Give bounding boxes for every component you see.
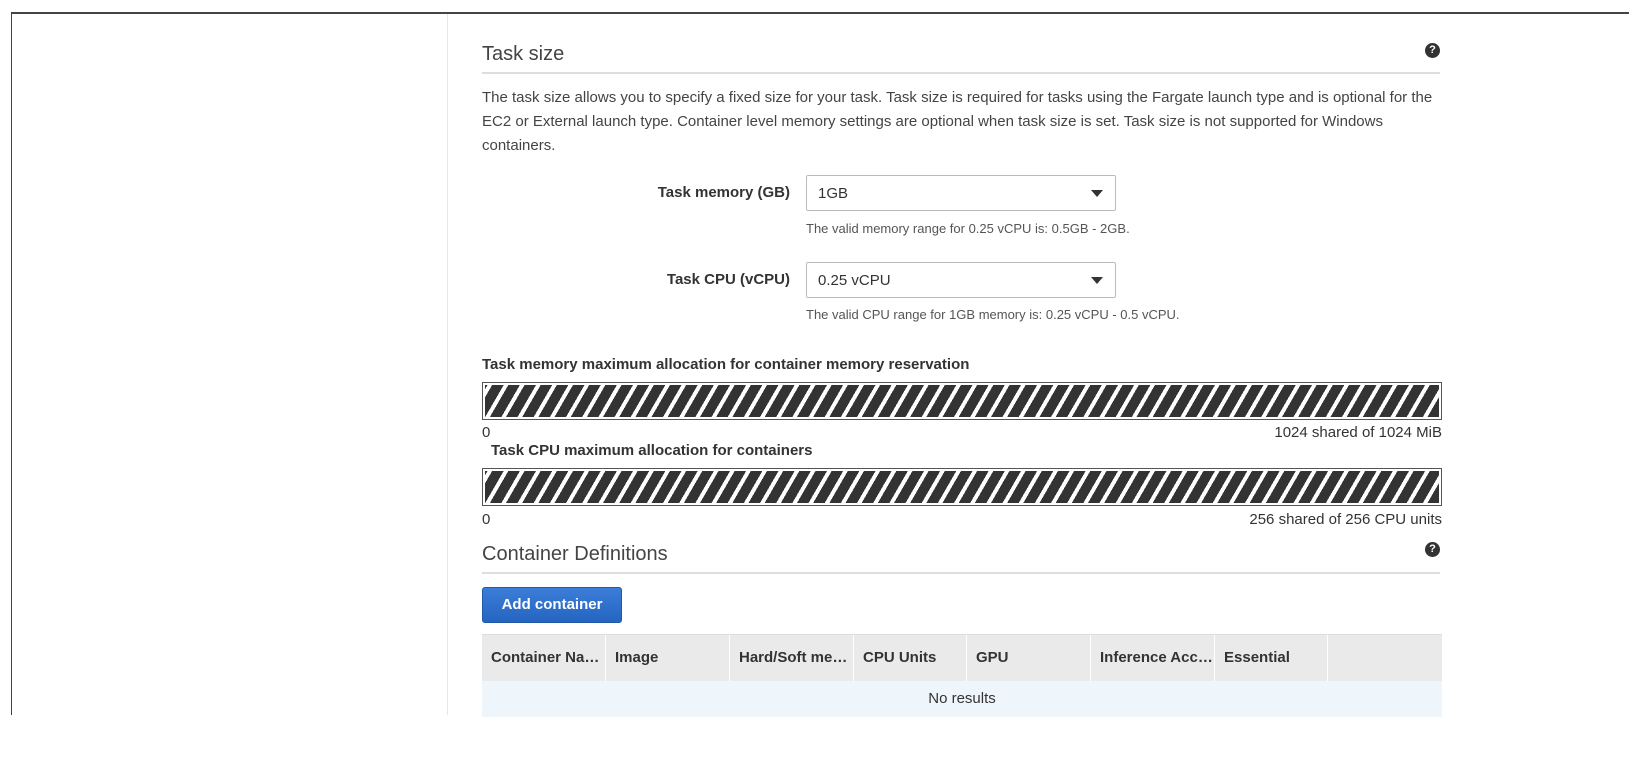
container-definitions-title: Container Definitions [482,543,668,565]
memory-allocation-bar [482,382,1442,420]
add-container-button[interactable]: Add container [482,587,622,623]
task-size-header: Task size ? [482,14,1440,74]
left-pane [12,14,448,715]
task-cpu-hint: The valid CPU range for 1GB memory is: 0… [806,307,1180,322]
table-header: Container Name Image Hard/Soft memory li… [482,634,1442,681]
task-memory-select[interactable]: 1GB [806,175,1116,211]
task-memory-hint: The valid memory range for 0.25 vCPU is:… [806,221,1130,236]
column-header-gpu[interactable]: GPU [967,635,1091,681]
column-header-essential[interactable]: Essential [1215,635,1328,681]
task-size-description: The task size allows you to specify a fi… [482,89,1433,154]
container-table: Container Name Image Hard/Soft memory li… [482,634,1442,717]
memory-allocation-max: 1024 shared of 1024 MiB [1274,424,1442,441]
cpu-allocation-fill [485,471,1439,503]
cpu-allocation-min: 0 [482,511,491,528]
memory-allocation-label: Task memory maximum allocation for conta… [482,356,970,373]
task-cpu-value: 0.25 vCPU [818,272,891,289]
main-content: Task size ? The task size allows you to … [482,14,1442,717]
question-circle-icon[interactable]: ? [1425,542,1440,557]
column-header-image[interactable]: Image [606,635,730,681]
task-cpu-label: Task CPU (vCPU) [666,271,790,288]
task-cpu-select[interactable]: 0.25 vCPU [806,262,1116,298]
task-size-title: Task size [482,43,565,65]
column-header-inference-accelerators[interactable]: Inference Accelerators [1091,635,1215,681]
empty-results-row: No results [482,681,1442,717]
cpu-allocation-label: Task CPU maximum allocation for containe… [491,442,813,459]
container-definitions-header: Container Definitions ? [482,536,1440,574]
task-memory-value: 1GB [818,185,849,202]
memory-allocation-min: 0 [482,424,491,441]
column-header-cpu-units[interactable]: CPU Units [854,635,967,681]
caret-down-icon [1091,277,1103,284]
column-header-container-name[interactable]: Container Name [482,635,606,681]
caret-down-icon [1091,190,1103,197]
task-memory-label: Task memory (GB) [657,184,790,201]
column-header-actions [1328,635,1442,681]
memory-allocation-fill [485,385,1439,417]
cpu-allocation-max: 256 shared of 256 CPU units [1249,511,1442,528]
cpu-allocation-bar [482,468,1442,506]
question-circle-icon[interactable]: ? [1425,43,1440,58]
column-header-memory-limits[interactable]: Hard/Soft memory limits [730,635,854,681]
